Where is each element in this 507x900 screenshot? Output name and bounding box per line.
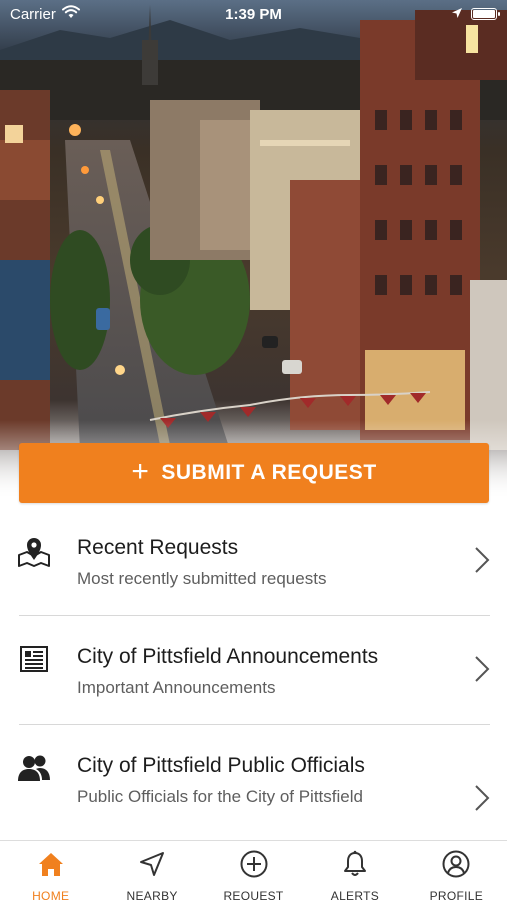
list-item-subtitle: Most recently submitted requests: [77, 569, 327, 588]
battery-icon: [471, 8, 500, 20]
home-menu-list: Recent Requests Most recently submitted …: [0, 506, 507, 833]
list-item-public-officials[interactable]: City of Pittsfield Public Officials Publ…: [0, 724, 507, 833]
tab-request[interactable]: REQUEST: [203, 841, 304, 900]
plus-icon: +: [131, 454, 150, 488]
list-item-title: City of Pittsfield Announcements: [77, 645, 379, 668]
navigation-arrow-icon: [137, 849, 167, 884]
tab-profile[interactable]: PROFILE: [406, 841, 507, 900]
submit-request-button[interactable]: + SUBMIT A REQUEST: [19, 443, 489, 503]
plus-circle-icon: [239, 849, 269, 884]
bell-icon: [340, 849, 370, 884]
tab-label: PROFILE: [429, 889, 484, 900]
list-item-announcements[interactable]: City of Pittsfield Announcements Importa…: [0, 615, 507, 724]
list-item-title: Recent Requests: [77, 536, 239, 559]
location-arrow-icon: [451, 6, 463, 23]
status-left: Carrier: [10, 5, 80, 23]
submit-request-label: SUBMIT A REQUEST: [161, 461, 377, 484]
chevron-right-icon: [474, 546, 490, 574]
chevron-right-icon: [474, 655, 490, 683]
list-item-recent-requests[interactable]: Recent Requests Most recently submitted …: [0, 506, 507, 615]
tab-alerts[interactable]: ALERTS: [304, 841, 405, 900]
list-item-subtitle: Public Officials for the City of Pittsfi…: [77, 787, 363, 806]
people-icon: [17, 751, 51, 785]
chevron-right-icon: [474, 784, 490, 812]
tab-label: NEARBY: [126, 889, 178, 900]
status-right: [451, 6, 500, 23]
tab-label: HOME: [32, 889, 70, 900]
wifi-icon: [61, 5, 80, 23]
tab-label: ALERTS: [330, 889, 380, 900]
tab-nearby[interactable]: NEARBY: [101, 841, 202, 900]
hero-city-photo: [0, 0, 507, 500]
user-circle-icon: [441, 849, 471, 884]
home-icon: [36, 849, 66, 884]
carrier-label: Carrier: [10, 5, 56, 23]
list-item-title: City of Pittsfield Public Officials: [77, 754, 365, 777]
newspaper-icon: [17, 642, 51, 676]
tab-bar: HOME NEARBY REQUEST ALERTS PROFILE: [0, 840, 507, 900]
tab-label: REQUEST: [223, 889, 284, 900]
list-item-subtitle: Important Announcements: [77, 678, 276, 697]
map-pin-icon: [17, 533, 51, 567]
tab-home[interactable]: HOME: [0, 841, 101, 900]
status-bar: Carrier 1:39 PM: [0, 0, 507, 28]
